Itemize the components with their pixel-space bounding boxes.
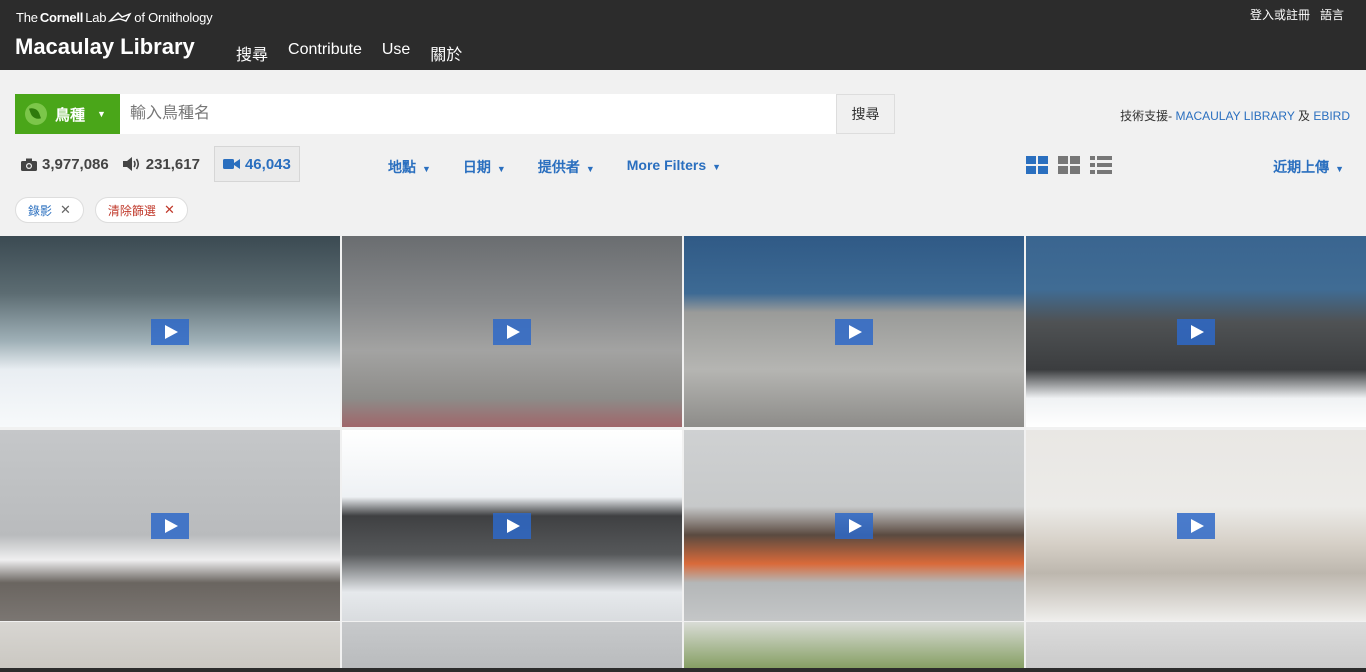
video-filter-tag[interactable]: 錄影 ✕: [15, 197, 84, 223]
chevron-down-icon: ▼: [585, 164, 595, 174]
nav-about[interactable]: 關於: [430, 41, 462, 65]
video-count-tab[interactable]: 46,043: [213, 146, 300, 182]
filter-bar: 地點 ▼ 日期 ▼ 提供者 ▼ More Filters ▼: [388, 157, 721, 177]
chevron-down-icon: ▼: [496, 164, 506, 174]
macaulay-library-brand[interactable]: Macaulay Library: [15, 34, 195, 60]
location-filter-label: 地點: [388, 159, 416, 175]
photo-count: 3,977,086: [42, 155, 109, 173]
login-link[interactable]: 登入或註冊: [1250, 6, 1310, 23]
video-result-tile[interactable]: [684, 622, 1024, 672]
cornell-bird-icon: [108, 11, 132, 22]
powered-by: 技術支援- MACAULAY LIBRARY 及 EBIRD: [1120, 107, 1350, 124]
species-leaf-icon: [25, 103, 47, 125]
search-button[interactable]: 搜尋: [836, 94, 895, 134]
video-camera-icon: [222, 159, 240, 169]
play-icon[interactable]: [493, 512, 531, 539]
chevron-down-icon: ▼: [712, 162, 722, 172]
camera-icon: [21, 158, 37, 171]
date-filter[interactable]: 日期 ▼: [463, 157, 506, 177]
powered-prefix: 技術支援-: [1120, 109, 1176, 123]
taxon-dropdown-button[interactable]: 鳥種 ▼: [15, 94, 120, 134]
play-icon[interactable]: [151, 318, 189, 345]
ebird-link[interactable]: EBIRD: [1313, 109, 1350, 123]
more-filters[interactable]: More Filters ▼: [627, 157, 721, 177]
play-icon[interactable]: [835, 512, 873, 539]
video-result-tile[interactable]: [1026, 622, 1366, 672]
location-filter[interactable]: 地點 ▼: [388, 157, 431, 177]
logo-lab: Lab: [85, 10, 107, 25]
speaker-icon: [122, 157, 139, 171]
list-view-icon[interactable]: [1090, 156, 1112, 174]
macaulay-library-link[interactable]: MACAULAY LIBRARY: [1175, 109, 1294, 123]
video-result-tile[interactable]: [342, 622, 682, 672]
play-icon[interactable]: [151, 512, 189, 539]
video-result-tile[interactable]: [342, 236, 682, 427]
video-result-tile[interactable]: [0, 430, 340, 621]
account-links: 登入或註冊 語言: [1250, 6, 1344, 23]
sort-label: 近期上傳: [1273, 159, 1330, 175]
play-icon[interactable]: [835, 318, 873, 345]
results-grid-row-3: [0, 622, 1366, 672]
media-type-stats: 3,977,086 231,617 46,043: [21, 146, 300, 182]
video-result-tile[interactable]: [1026, 430, 1366, 621]
close-icon[interactable]: ✕: [164, 202, 175, 218]
results-grid: [0, 236, 1366, 621]
active-filters: 錄影 ✕ 清除篩選 ✕: [15, 197, 188, 223]
cornell-lab-logo[interactable]: The Cornell Lab of Ornithology: [16, 10, 213, 25]
video-result-tile[interactable]: [0, 236, 340, 427]
video-tag-label: 錄影: [28, 203, 53, 218]
contributor-filter-label: 提供者: [537, 159, 580, 175]
bottom-bar: [0, 668, 1366, 672]
logo-cornell: Cornell: [39, 10, 84, 25]
nav-use[interactable]: Use: [382, 41, 410, 65]
photo-count-tab[interactable]: 3,977,086: [21, 146, 123, 182]
small-grid-view-icon[interactable]: [1058, 156, 1080, 174]
chevron-down-icon: ▼: [97, 109, 106, 119]
sort-dropdown[interactable]: 近期上傳 ▼: [1273, 157, 1344, 177]
video-result-tile[interactable]: [1026, 236, 1366, 427]
language-link[interactable]: 語言: [1320, 6, 1344, 23]
chevron-down-icon: ▼: [422, 164, 431, 174]
more-filters-label: More Filters: [626, 157, 707, 173]
video-count: 46,043: [244, 155, 291, 173]
chevron-down-icon: ▼: [1335, 164, 1344, 174]
large-grid-view-icon[interactable]: [1026, 156, 1048, 174]
date-filter-label: 日期: [462, 159, 491, 175]
main-nav: 搜尋 Contribute Use 關於: [236, 41, 462, 65]
clear-filters-tag[interactable]: 清除篩選 ✕: [94, 197, 188, 223]
nav-search[interactable]: 搜尋: [236, 41, 268, 65]
taxon-label: 鳥種: [55, 106, 86, 124]
video-result-tile[interactable]: [684, 430, 1024, 621]
view-toggle: [1026, 156, 1112, 174]
play-icon[interactable]: [493, 318, 531, 345]
search-bar: 鳥種 ▼ 搜尋: [15, 94, 895, 134]
powered-and: 及: [1294, 109, 1314, 123]
audio-count-tab[interactable]: 231,617: [122, 146, 214, 182]
logo-ornithology: of Ornithology: [134, 10, 213, 25]
clear-filters-label: 清除篩選: [107, 203, 156, 218]
site-header: The Cornell Lab of Ornithology Macaulay Li…: [0, 0, 1366, 70]
species-search-input[interactable]: [120, 94, 836, 134]
video-result-tile[interactable]: [342, 430, 682, 621]
close-icon[interactable]: ✕: [60, 202, 71, 218]
play-icon[interactable]: [1177, 512, 1215, 539]
nav-contribute[interactable]: Contribute: [288, 41, 362, 65]
video-result-tile[interactable]: [684, 236, 1024, 427]
play-icon[interactable]: [1177, 318, 1215, 345]
video-result-tile[interactable]: [0, 622, 340, 672]
audio-count: 231,617: [145, 155, 200, 173]
logo-the: The: [16, 10, 38, 25]
contributor-filter[interactable]: 提供者 ▼: [538, 157, 595, 177]
